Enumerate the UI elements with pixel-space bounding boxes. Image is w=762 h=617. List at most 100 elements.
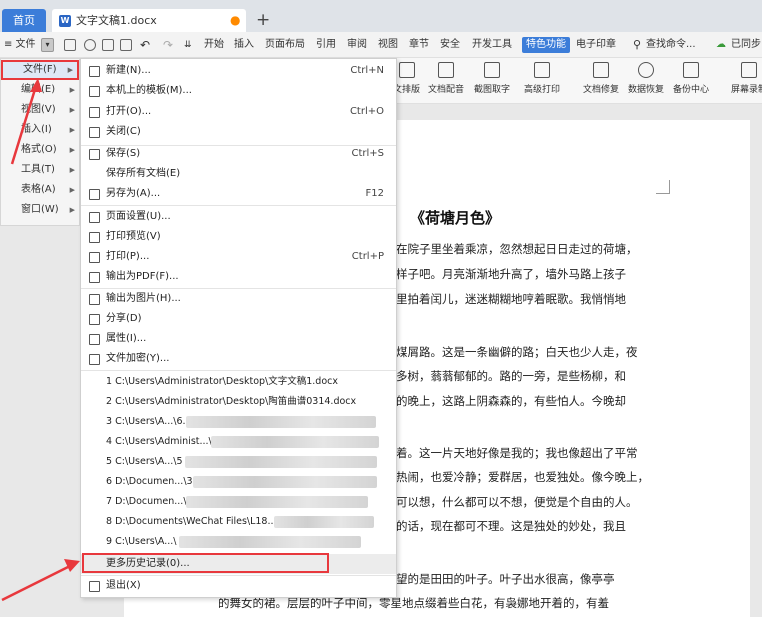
menu-item-page-setup[interactable]: 页面设置(U)...: [81, 207, 396, 227]
main-menu-table-label: 表格(A): [21, 184, 56, 195]
menu-item-print-preview[interactable]: 打印预览(V): [81, 227, 396, 247]
file-menu-button[interactable]: ≡ 文件: [4, 32, 36, 58]
recent-file-item[interactable]: 7 D:\Documen...\: [81, 492, 396, 512]
menu-item-local-template[interactable]: 本机上的模板(M)...: [81, 81, 396, 101]
recent-file-item[interactable]: 1 C:\Users\Administrator\Desktop\文字文稿1.d…: [81, 372, 396, 392]
menu-item-label: 打印预览(V): [106, 231, 161, 242]
main-menu-tools[interactable]: 工具(T) ▶: [1, 160, 79, 180]
chevron-right-icon: ▶: [69, 146, 75, 154]
menu-item-shortcut: F12: [365, 188, 384, 199]
menu-item-exit[interactable]: 退出(X): [81, 576, 396, 596]
menu-item-label: 属性(I)...: [106, 333, 147, 344]
main-menu-table[interactable]: 表格(A) ▶: [1, 180, 79, 200]
menu-item-label: 打开(O)...: [106, 106, 152, 117]
menu-item-properties[interactable]: 属性(I)...: [81, 329, 396, 349]
ribbon-doc-voice[interactable]: 文档配音: [428, 62, 464, 95]
preview-icon[interactable]: [120, 39, 132, 51]
image-icon: [89, 294, 100, 305]
menu-special-features[interactable]: 特色功能: [522, 37, 570, 53]
menu-developer[interactable]: 开发工具: [472, 32, 512, 58]
menu-item-new[interactable]: 新建(N)... Ctrl+N: [81, 61, 396, 81]
title-bar: 首页 W 文字文稿1.docx ● +: [0, 0, 762, 32]
main-menu-window[interactable]: 窗口(W) ▶: [1, 200, 79, 220]
ribbon-advanced-print-label: 高级打印: [524, 85, 561, 95]
save-icon[interactable]: [64, 39, 76, 51]
main-menu-format-label: 格式(O): [21, 144, 57, 155]
chevron-right-icon: ▶: [67, 66, 73, 74]
menu-start[interactable]: 开始: [204, 32, 224, 58]
new-tab-button[interactable]: +: [256, 9, 270, 32]
tab-home[interactable]: 首页: [2, 9, 46, 32]
printer-icon: [534, 62, 550, 78]
menu-item-export-pdf[interactable]: 输出为PDF(F)...: [81, 267, 396, 287]
recent-file-path: 2 C:\Users\Administrator\Desktop\陶笛曲谱031…: [106, 396, 357, 407]
menu-item-print[interactable]: 打印(P)... Ctrl+P: [81, 247, 396, 267]
recent-file-path: 6 D:\Documen...\3.: [106, 476, 196, 487]
recent-file-item[interactable]: 3 C:\Users\A...\6.: [81, 412, 396, 432]
ribbon-typesetting[interactable]: 文排版: [393, 62, 420, 95]
recent-file-path: 5 C:\Users\A...\5: [106, 456, 183, 467]
backup-icon: [683, 62, 699, 78]
menu-item-close[interactable]: 关闭(C): [81, 122, 396, 142]
menu-item-save-all[interactable]: 保存所有文档(E): [81, 164, 396, 184]
menu-item-save-as[interactable]: 另存为(A)... F12: [81, 184, 396, 204]
ribbon-screen-record[interactable]: 屏幕录制: [731, 62, 762, 95]
menu-item-label: 输出为PDF(F)...: [106, 271, 179, 282]
main-menu: 文件(F) ▶ 编辑(E) ▶ 视图(V) ▶ 插入(I) ▶ 格式(O) ▶ 工具(T)…: [0, 58, 80, 226]
more-quick-icon[interactable]: ⇊: [184, 32, 192, 58]
export-icon[interactable]: [84, 39, 96, 51]
search-command-input[interactable]: 查找命令...: [646, 32, 696, 58]
undo-icon[interactable]: ↶: [140, 32, 150, 58]
menu-separator: [81, 370, 396, 371]
ribbon-screenshot-text[interactable]: 截图取字: [474, 62, 510, 95]
recent-file-item[interactable]: 5 C:\Users\A...\5: [81, 452, 396, 472]
ribbon-data-recovery[interactable]: 数据恢复: [628, 62, 664, 95]
menu-view[interactable]: 视图: [378, 32, 398, 58]
cloud-sync-icon: ☁: [716, 39, 726, 50]
ribbon-backup-center[interactable]: 备份中心: [673, 62, 709, 95]
redo-icon[interactable]: ↷: [163, 32, 173, 58]
menu-e-seal[interactable]: 电子印章: [576, 32, 616, 58]
doc-line: 多树，蓊蓊郁郁的。路的一旁，是些杨柳，和: [396, 369, 626, 383]
recent-file-path: 3 C:\Users\A...\6.: [106, 416, 186, 427]
recent-file-item[interactable]: 9 C:\Users\A...\: [81, 532, 396, 552]
ribbon-screenshot-text-label: 截图取字: [474, 85, 511, 95]
main-menu-view[interactable]: 视图(V) ▶: [1, 100, 79, 120]
menu-page-layout[interactable]: 页面布局: [265, 32, 305, 58]
tab-document[interactable]: W 文字文稿1.docx ●: [52, 9, 246, 32]
recent-file-item[interactable]: 4 C:\Users\Administ...\: [81, 432, 396, 452]
ribbon-doc-repair[interactable]: 文档修复: [583, 62, 619, 95]
menu-item-label: 保存所有文档(E): [106, 168, 181, 179]
menu-security[interactable]: 安全: [440, 32, 460, 58]
doc-line: 望的是田田的叶子。叶子出水很高，像亭亭: [396, 572, 615, 586]
folder-icon: [89, 107, 100, 118]
menu-item-share[interactable]: 分享(D): [81, 309, 396, 329]
main-menu-insert[interactable]: 插入(I) ▶: [1, 120, 79, 140]
ribbon-data-recovery-label: 数据恢复: [628, 85, 665, 95]
recent-file-item[interactable]: 6 D:\Documen...\3.: [81, 472, 396, 492]
menu-references[interactable]: 引用: [316, 32, 336, 58]
doc-line: 里拍着闰儿，迷迷糊糊地哼着眠歌。我悄悄地: [396, 292, 626, 306]
menu-item-shortcut: Ctrl+N: [350, 65, 384, 76]
main-menu-format[interactable]: 格式(O) ▶: [1, 140, 79, 160]
blurred-path: [179, 536, 361, 548]
search-icon[interactable]: ⚲: [633, 32, 641, 58]
menu-review[interactable]: 审阅: [347, 32, 367, 58]
menu-item-save[interactable]: 保存(S) Ctrl+S: [81, 144, 396, 164]
menu-insert[interactable]: 插入: [234, 32, 254, 58]
main-menu-edit[interactable]: 编辑(E) ▶: [1, 80, 79, 100]
main-menu-dropdown-button[interactable]: ▾: [41, 38, 54, 52]
recent-file-item[interactable]: 2 C:\Users\Administrator\Desktop\陶笛曲谱031…: [81, 392, 396, 412]
menu-chapter[interactable]: 章节: [409, 32, 429, 58]
menu-item-label: 文件加密(Y)...: [106, 353, 170, 364]
print-icon[interactable]: [102, 39, 114, 51]
recent-file-item[interactable]: 8 D:\Documents\WeChat Files\L18...\: [81, 512, 396, 532]
menu-item-encrypt[interactable]: 文件加密(Y)...: [81, 349, 396, 369]
share-icon: [89, 314, 100, 325]
ribbon-advanced-print[interactable]: 高级打印: [524, 62, 560, 95]
menu-item-export-image[interactable]: 输出为图片(H)...: [81, 289, 396, 309]
menu-item-label: 另存为(A)...: [106, 188, 161, 199]
file-submenu: 新建(N)... Ctrl+N 本机上的模板(M)... 打开(O)... Ctrl…: [80, 58, 397, 598]
main-menu-file[interactable]: 文件(F) ▶: [1, 60, 79, 80]
menu-item-open[interactable]: 打开(O)... Ctrl+O: [81, 102, 396, 122]
